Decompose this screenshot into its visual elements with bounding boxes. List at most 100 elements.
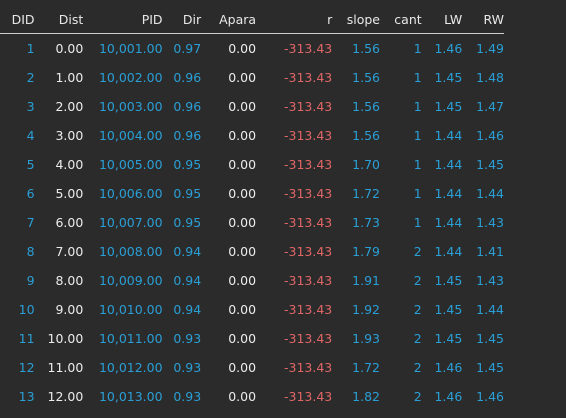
cell-dir: 0.95: [173, 186, 202, 201]
cell-slope: 1.93: [352, 331, 380, 346]
cell-apara: 0.00: [228, 99, 257, 114]
cell-pid: 10,013.00: [98, 389, 163, 404]
table-row[interactable]: 13 12.00 10,013.00 0.93 0.00 -313.43 1.82 2 1.46…: [0, 382, 504, 411]
cell-slope: 1.56: [352, 41, 380, 56]
cell-dist: 3.00: [55, 128, 84, 143]
cell-dir: 0.94: [173, 244, 202, 259]
cell-rw: 1.46: [476, 128, 504, 143]
cell-apara: 0.00: [228, 215, 257, 230]
cell-cant: 1: [413, 41, 422, 56]
cell-did: 7: [26, 215, 35, 230]
header-dir[interactable]: Dir: [162, 7, 202, 34]
cell-dist: 0.00: [55, 41, 84, 56]
cell-dir: 0.93: [173, 389, 202, 404]
cell-dir: 0.97: [173, 41, 202, 56]
cell-lw: 1.45: [434, 99, 463, 114]
header-rw[interactable]: RW: [462, 7, 504, 34]
cell-dist: 7.00: [55, 244, 84, 259]
cell-apara: 0.00: [228, 273, 257, 288]
cell-apara: 0.00: [228, 244, 257, 259]
cell-dir: 0.93: [173, 360, 202, 375]
cell-pid: 10,001.00: [98, 41, 163, 56]
cell-apara: 0.00: [228, 128, 257, 143]
cell-slope: 1.56: [352, 128, 380, 143]
cell-slope: 1.72: [352, 360, 380, 375]
header-slope[interactable]: slope: [332, 7, 380, 34]
table-row[interactable]: 1 0.00 10,001.00 0.97 0.00 -313.43 1.56 1 1.46 1.…: [0, 34, 504, 64]
cell-r: -313.43: [283, 186, 333, 201]
cell-dir: 0.96: [173, 128, 202, 143]
cell-lw: 1.44: [434, 244, 463, 259]
cell-did: 9: [26, 273, 35, 288]
table-row[interactable]: 10 9.00 10,010.00 0.94 0.00 -313.43 1.92 2 1.45 1…: [0, 295, 504, 324]
cell-dist: 8.00: [55, 273, 84, 288]
cell-dist: 5.00: [55, 186, 84, 201]
cell-lw: 1.45: [434, 273, 463, 288]
table-row[interactable]: 11 10.00 10,011.00 0.93 0.00 -313.43 1.93 2 1.45…: [0, 324, 504, 353]
cell-pid: 10,010.00: [98, 302, 163, 317]
header-lw[interactable]: LW: [421, 7, 463, 34]
cell-cant: 1: [413, 99, 422, 114]
cell-rw: 1.49: [476, 41, 504, 56]
cell-slope: 1.92: [352, 302, 380, 317]
cell-rw: 1.43: [476, 215, 504, 230]
cell-did: 8: [26, 244, 35, 259]
cell-rw: 1.45: [476, 331, 504, 346]
header-r[interactable]: r: [256, 7, 333, 34]
header-did[interactable]: DID: [0, 7, 35, 34]
cell-slope: 1.70: [352, 157, 380, 172]
cell-lw: 1.44: [434, 186, 463, 201]
table-header-row: DID Dist PID Dir Apara r slope cant LW R…: [0, 7, 504, 34]
cell-dir: 0.94: [173, 302, 202, 317]
cell-did: 5: [26, 157, 35, 172]
cell-cant: 1: [413, 157, 422, 172]
table-row[interactable]: 6 5.00 10,006.00 0.95 0.00 -313.43 1.72 1 1.44 1.…: [0, 179, 504, 208]
cell-cant: 2: [413, 244, 422, 259]
cell-did: 3: [26, 99, 35, 114]
cell-slope: 1.73: [352, 215, 380, 230]
table-row[interactable]: 4 3.00 10,004.00 0.96 0.00 -313.43 1.56 1 1.44 1.…: [0, 121, 504, 150]
cell-apara: 0.00: [228, 331, 257, 346]
cell-lw: 1.46: [434, 360, 463, 375]
header-cant[interactable]: cant: [379, 7, 422, 34]
table-row[interactable]: 3 2.00 10,003.00 0.96 0.00 -313.43 1.56 1 1.45 1.…: [0, 92, 504, 121]
cell-r: -313.43: [283, 273, 333, 288]
cell-pid: 10,002.00: [98, 70, 163, 85]
cell-apara: 0.00: [228, 157, 257, 172]
cell-cant: 1: [413, 215, 422, 230]
table-row[interactable]: 12 11.00 10,012.00 0.93 0.00 -313.43 1.72 2 1.46…: [0, 353, 504, 382]
table-row[interactable]: 9 8.00 10,009.00 0.94 0.00 -313.43 1.91 2 1.45 1.…: [0, 266, 504, 295]
header-dist[interactable]: Dist: [34, 7, 84, 34]
table-row[interactable]: 2 1.00 10,002.00 0.96 0.00 -313.43 1.56 1 1.45 1.…: [0, 63, 504, 92]
cell-dist: 6.00: [55, 215, 84, 230]
cell-r: -313.43: [283, 389, 333, 404]
cell-rw: 1.45: [476, 360, 504, 375]
cell-rw: 1.48: [476, 70, 504, 85]
cell-dist: 12.00: [47, 389, 84, 404]
table-row[interactable]: 7 6.00 10,007.00 0.95 0.00 -313.43 1.73 1 1.44 1.…: [0, 208, 504, 237]
cell-pid: 10,008.00: [98, 244, 163, 259]
cell-lw: 1.44: [434, 215, 463, 230]
header-apara[interactable]: Apara: [201, 7, 257, 34]
cell-cant: 2: [413, 360, 422, 375]
header-pid[interactable]: PID: [83, 7, 163, 34]
table-row[interactable]: 8 7.00 10,008.00 0.94 0.00 -313.43 1.79 2 1.44 1.…: [0, 237, 504, 266]
cell-cant: 2: [413, 302, 422, 317]
cell-lw: 1.44: [434, 157, 463, 172]
cell-did: 2: [26, 70, 35, 85]
data-table: DID Dist PID Dir Apara r slope cant LW R…: [0, 7, 504, 411]
cell-slope: 1.56: [352, 99, 380, 114]
cell-pid: 10,012.00: [98, 360, 163, 375]
cell-did: 13: [18, 389, 35, 404]
cell-lw: 1.44: [434, 128, 463, 143]
cell-dist: 10.00: [47, 331, 84, 346]
cell-rw: 1.41: [476, 244, 504, 259]
cell-cant: 1: [413, 128, 422, 143]
table-row[interactable]: 5 4.00 10,005.00 0.95 0.00 -313.43 1.70 1 1.44 1.…: [0, 150, 504, 179]
cell-r: -313.43: [283, 157, 333, 172]
cell-pid: 10,011.00: [98, 331, 163, 346]
cell-pid: 10,007.00: [98, 215, 163, 230]
cell-pid: 10,003.00: [98, 99, 163, 114]
cell-did: 11: [18, 331, 35, 346]
cell-lw: 1.45: [434, 331, 463, 346]
